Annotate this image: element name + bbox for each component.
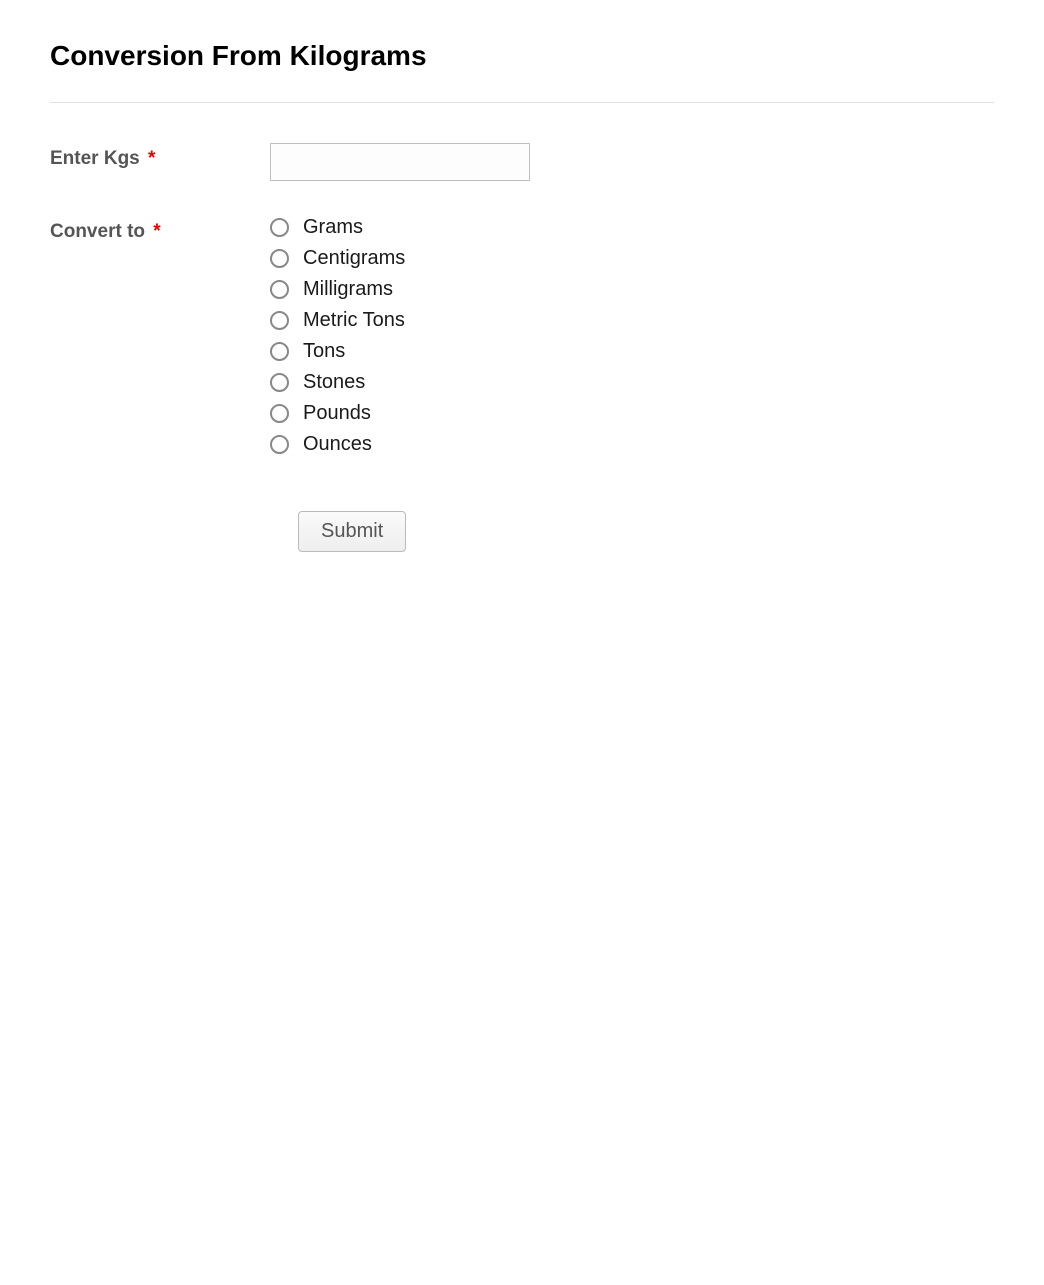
radio-item-milligrams[interactable]: Milligrams: [270, 278, 994, 301]
convert-to-control: Grams Centigrams Milligrams Metric Tons …: [270, 216, 994, 456]
radio-item-pounds[interactable]: Pounds: [270, 402, 994, 425]
radio-item-ounces[interactable]: Ounces: [270, 433, 994, 456]
radio-item-metric-tons[interactable]: Metric Tons: [270, 309, 994, 332]
enter-kgs-row: Enter Kgs *: [50, 143, 994, 181]
radio-icon[interactable]: [270, 311, 289, 330]
radio-label: Pounds: [303, 402, 371, 425]
radio-label: Stones: [303, 371, 365, 394]
radio-item-grams[interactable]: Grams: [270, 216, 994, 239]
enter-kgs-control: [270, 143, 994, 181]
required-asterisk: *: [148, 148, 155, 169]
page-title: Conversion From Kilograms: [50, 40, 994, 72]
enter-kgs-label: Enter Kgs: [50, 148, 140, 169]
radio-icon[interactable]: [270, 404, 289, 423]
radio-item-tons[interactable]: Tons: [270, 340, 994, 363]
submit-row: Submit: [298, 511, 994, 552]
convert-to-label: Convert to: [50, 221, 145, 242]
convert-to-row: Convert to * Grams Centigrams Milligrams…: [50, 216, 994, 456]
radio-icon[interactable]: [270, 373, 289, 392]
required-asterisk: *: [153, 221, 160, 242]
radio-label: Metric Tons: [303, 309, 405, 332]
convert-to-radio-list: Grams Centigrams Milligrams Metric Tons …: [270, 216, 994, 456]
radio-label: Centigrams: [303, 247, 405, 270]
radio-icon[interactable]: [270, 342, 289, 361]
title-divider: [50, 102, 994, 103]
submit-button[interactable]: Submit: [298, 511, 406, 552]
radio-label: Grams: [303, 216, 363, 239]
radio-icon[interactable]: [270, 218, 289, 237]
enter-kgs-input[interactable]: [270, 143, 530, 181]
radio-icon[interactable]: [270, 435, 289, 454]
convert-to-label-wrap: Convert to *: [50, 216, 270, 243]
radio-item-stones[interactable]: Stones: [270, 371, 994, 394]
radio-icon[interactable]: [270, 280, 289, 299]
radio-label: Tons: [303, 340, 345, 363]
radio-icon[interactable]: [270, 249, 289, 268]
radio-item-centigrams[interactable]: Centigrams: [270, 247, 994, 270]
enter-kgs-label-wrap: Enter Kgs *: [50, 143, 270, 170]
radio-label: Milligrams: [303, 278, 393, 301]
radio-label: Ounces: [303, 433, 372, 456]
